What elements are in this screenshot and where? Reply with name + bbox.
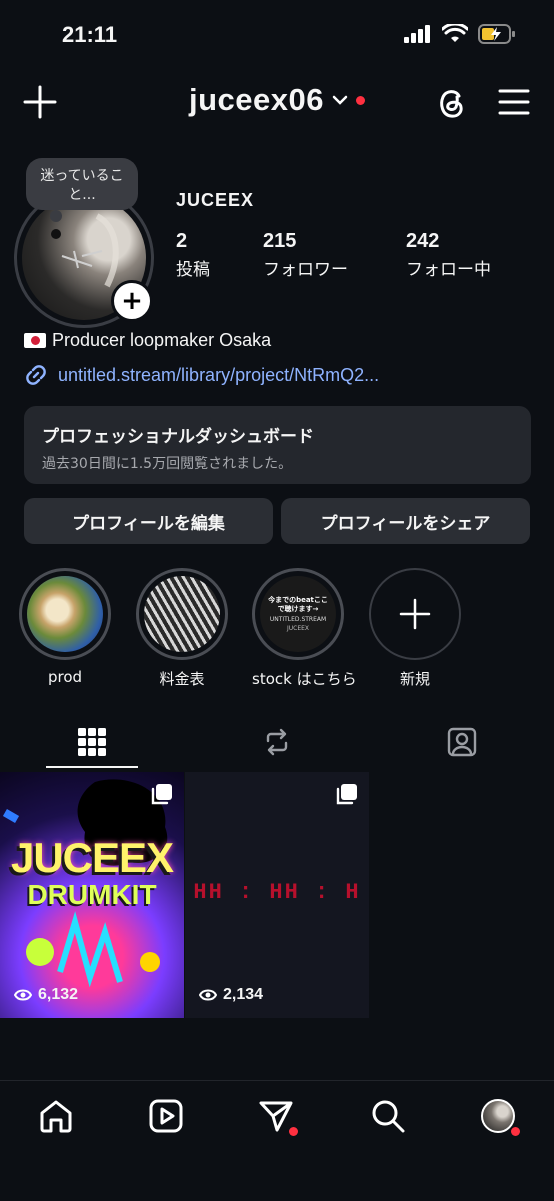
- notification-dot: [356, 95, 365, 105]
- highlight-cover-text: 今までのbeatここで聴けます→: [268, 596, 328, 613]
- profile-link[interactable]: untitled.stream/library/project/NtRmQ2..…: [24, 363, 379, 387]
- stat-followers[interactable]: 215 フォロワー: [263, 230, 348, 280]
- post-overlay-text: HH : HH : H: [193, 880, 361, 905]
- username: juceex06: [189, 82, 324, 117]
- post-views-count: 6,132: [38, 986, 79, 1003]
- stat-followers-label: フォロワー: [263, 260, 348, 280]
- new-highlight-circle: [369, 568, 461, 660]
- plus-icon: [399, 598, 431, 630]
- highlight-label: stock はこちら: [252, 670, 357, 688]
- messages-notification-dot: [289, 1127, 298, 1136]
- repost-icon: [266, 728, 288, 756]
- stat-posts[interactable]: 2 投稿: [176, 230, 210, 280]
- cellular-signal-icon: [404, 25, 430, 43]
- display-name: JUCEEX: [176, 190, 255, 210]
- hamburger-menu-icon: [498, 89, 530, 115]
- nav-profile[interactable]: [478, 1096, 520, 1136]
- tab-grid[interactable]: [0, 716, 184, 768]
- tagged-person-icon: [447, 727, 477, 757]
- reels-icon: [149, 1099, 183, 1133]
- edit-profile-button[interactable]: プロフィールを編集: [24, 498, 273, 544]
- nav-search[interactable]: [368, 1096, 408, 1136]
- add-story-button[interactable]: +: [111, 280, 153, 322]
- status-icons: [404, 24, 516, 44]
- post-title-line2: DRUMKIT: [27, 879, 157, 910]
- stat-followers-count: 215: [263, 230, 297, 252]
- japan-flag-icon: [24, 333, 46, 348]
- menu-button[interactable]: [498, 88, 530, 116]
- nav-reels[interactable]: [146, 1096, 186, 1136]
- profile-avatar: [481, 1099, 515, 1133]
- post-views-count: 2,134: [223, 986, 264, 1003]
- stat-following[interactable]: 242 フォロー中: [406, 230, 491, 280]
- battery-charging-icon: [478, 24, 515, 44]
- highlight-label: 新規: [399, 670, 430, 688]
- post-views: 2,134: [199, 986, 263, 1004]
- chevron-down-icon: [332, 95, 348, 105]
- highlight-cover: [136, 568, 228, 660]
- highlight-prod[interactable]: prod: [19, 568, 111, 686]
- highlight-label: prod: [47, 668, 83, 686]
- dashboard-subtitle: 過去30日間に1.5万回閲覧されました。: [42, 456, 293, 472]
- highlight-cover: 今までのbeatここで聴けます→ UNTITLED.STREAM JUCEEX: [252, 568, 344, 660]
- threads-icon: [440, 90, 463, 118]
- search-icon: [372, 1100, 405, 1133]
- bio: Producer loopmaker Osaka: [24, 330, 271, 351]
- highlight-image: [27, 576, 103, 652]
- note-bubble[interactable]: 迷っていること...: [26, 158, 138, 210]
- highlight-cover: [19, 568, 111, 660]
- post-video[interactable]: HH : HH : H 2,134: [185, 772, 369, 1018]
- home-icon: [40, 1100, 72, 1133]
- eye-icon: [14, 989, 32, 1001]
- bio-text: Producer loopmaker Osaka: [52, 330, 272, 350]
- highlight-image: 今までのbeatここで聴けます→ UNTITLED.STREAM JUCEEX: [260, 576, 336, 652]
- stat-following-label: フォロー中: [406, 260, 491, 280]
- highlight-image: [144, 576, 220, 652]
- tab-reposts[interactable]: [185, 716, 369, 768]
- nav-messages[interactable]: [256, 1096, 298, 1136]
- dashboard-title: プロフェッショナルダッシュボード: [42, 427, 314, 447]
- stat-posts-count: 2: [176, 230, 188, 252]
- profile-notification-dot: [511, 1127, 520, 1136]
- professional-dashboard[interactable]: プロフェッショナルダッシュボード 過去30日間に1.5万回閲覧されました。: [24, 406, 531, 484]
- grid-icon: [78, 728, 106, 756]
- link-text: untitled.stream/library/project/NtRmQ2..…: [58, 364, 380, 385]
- nav-home[interactable]: [36, 1096, 76, 1136]
- multiple-photos-icon: [151, 784, 172, 805]
- threads-button[interactable]: [432, 84, 470, 122]
- post-views: 6,132: [14, 986, 78, 1004]
- status-time: 21:11: [62, 22, 118, 47]
- stat-posts-label: 投稿: [176, 260, 210, 280]
- multiple-photos-icon: [336, 784, 357, 805]
- account-switcher[interactable]: juceex06: [0, 82, 554, 118]
- highlight-stock[interactable]: 今までのbeatここで聴けます→ UNTITLED.STREAM JUCEEX …: [252, 568, 357, 689]
- highlight-label: 料金表: [159, 670, 205, 688]
- tab-tagged[interactable]: [370, 716, 554, 768]
- highlight-new[interactable]: 新規: [369, 568, 461, 689]
- highlight-cover-sub: UNTITLED.STREAM: [269, 616, 327, 623]
- stat-following-count: 242: [406, 230, 440, 252]
- post-title-line1: JUCEEX: [10, 834, 174, 881]
- note-bubble-tail: [50, 210, 62, 222]
- link-icon: [26, 365, 46, 385]
- post-drumkit[interactable]: JUCEEX DRUMKIT 6,132: [0, 772, 184, 1018]
- tab-active-indicator: [46, 766, 138, 768]
- highlight-cover-name: JUCEEX: [286, 625, 310, 632]
- share-profile-button[interactable]: プロフィールをシェア: [281, 498, 530, 544]
- wifi-icon: [442, 24, 468, 42]
- highlight-pricing[interactable]: 料金表: [136, 568, 228, 689]
- eye-icon: [199, 989, 217, 1001]
